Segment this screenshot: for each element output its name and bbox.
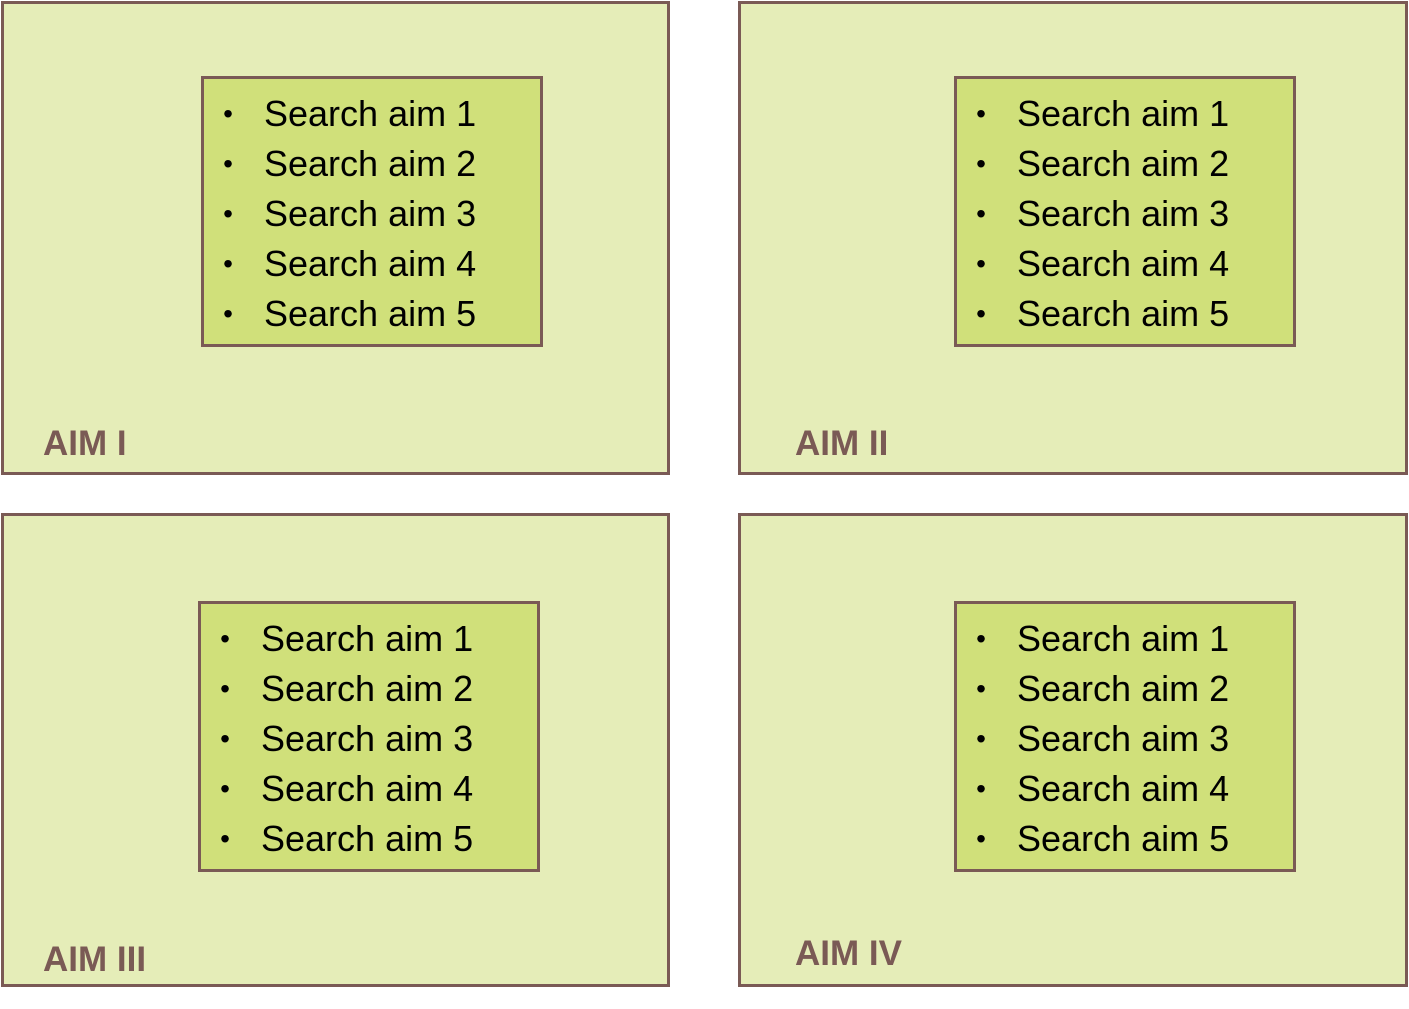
search-aim-text: Search aim 4 — [264, 243, 477, 284]
search-aim-text: Search aim 2 — [261, 668, 474, 709]
bullet-icon: • — [976, 148, 986, 179]
search-aims-box-1: • Search aim 1 • Search aim 2 • Search aim … — [201, 76, 543, 347]
list-item: • Search aim 5 — [957, 289, 1293, 339]
list-item: • Search aim 2 — [957, 664, 1293, 714]
search-aim-text: Search aim 5 — [1017, 293, 1230, 334]
list-item: • Search aim 3 — [204, 189, 540, 239]
list-item: • Search aim 1 — [204, 89, 540, 139]
search-aim-text: Search aim 1 — [264, 93, 477, 134]
aim-panel-4: • Search aim 1 • Search aim 2 • Search aim … — [738, 513, 1408, 987]
search-aim-text: Search aim 1 — [261, 618, 474, 659]
aim-label: AIM III — [43, 940, 147, 979]
aim-label: AIM IV — [795, 934, 902, 973]
list-item: • Search aim 3 — [201, 714, 537, 764]
bullet-icon: • — [976, 248, 986, 279]
search-aims-list: • Search aim 1 • Search aim 2 • Search aim … — [957, 89, 1293, 339]
list-item: • Search aim 5 — [201, 814, 537, 864]
search-aims-box-3: • Search aim 1 • Search aim 2 • Search aim … — [198, 601, 540, 872]
bullet-icon: • — [976, 98, 986, 129]
search-aim-text: Search aim 1 — [1017, 618, 1230, 659]
search-aim-text: Search aim 4 — [1017, 243, 1230, 284]
search-aims-box-4: • Search aim 1 • Search aim 2 • Search aim … — [954, 601, 1296, 872]
search-aim-text: Search aim 2 — [1017, 143, 1230, 184]
list-item: • Search aim 4 — [957, 239, 1293, 289]
list-item: • Search aim 2 — [957, 139, 1293, 189]
list-item: • Search aim 3 — [957, 714, 1293, 764]
bullet-icon: • — [220, 623, 230, 654]
list-item: • Search aim 1 — [957, 614, 1293, 664]
bullet-icon: • — [976, 723, 986, 754]
aim-label: AIM I — [43, 424, 127, 463]
aim-panel-3: • Search aim 1 • Search aim 2 • Search aim … — [1, 513, 670, 987]
search-aim-text: Search aim 3 — [264, 193, 477, 234]
list-item: • Search aim 4 — [204, 239, 540, 289]
bullet-icon: • — [223, 148, 233, 179]
bullet-icon: • — [223, 98, 233, 129]
search-aim-text: Search aim 1 — [1017, 93, 1230, 134]
list-item: • Search aim 5 — [957, 814, 1293, 864]
aim-panel-1: • Search aim 1 • Search aim 2 • Search aim … — [1, 1, 670, 475]
list-item: • Search aim 1 — [957, 89, 1293, 139]
search-aim-text: Search aim 5 — [1017, 818, 1230, 859]
list-item: • Search aim 4 — [201, 764, 537, 814]
search-aim-text: Search aim 3 — [1017, 193, 1230, 234]
bullet-icon: • — [976, 673, 986, 704]
search-aim-text: Search aim 5 — [261, 818, 474, 859]
bullet-icon: • — [976, 623, 986, 654]
list-item: • Search aim 2 — [201, 664, 537, 714]
aim-label: AIM II — [795, 424, 889, 463]
list-item: • Search aim 1 — [201, 614, 537, 664]
bullet-icon: • — [223, 298, 233, 329]
search-aim-text: Search aim 4 — [261, 768, 474, 809]
bullet-icon: • — [220, 773, 230, 804]
list-item: • Search aim 4 — [957, 764, 1293, 814]
bullet-icon: • — [220, 673, 230, 704]
search-aim-text: Search aim 3 — [1017, 718, 1230, 759]
search-aims-list: • Search aim 1 • Search aim 2 • Search aim … — [201, 614, 537, 864]
search-aim-text: Search aim 5 — [264, 293, 477, 334]
search-aim-text: Search aim 3 — [261, 718, 474, 759]
bullet-icon: • — [976, 198, 986, 229]
list-item: • Search aim 5 — [204, 289, 540, 339]
search-aims-box-2: • Search aim 1 • Search aim 2 • Search aim … — [954, 76, 1296, 347]
bullet-icon: • — [976, 823, 986, 854]
search-aim-text: Search aim 2 — [1017, 668, 1230, 709]
search-aims-list: • Search aim 1 • Search aim 2 • Search aim … — [204, 89, 540, 339]
bullet-icon: • — [976, 298, 986, 329]
bullet-icon: • — [223, 248, 233, 279]
search-aim-text: Search aim 4 — [1017, 768, 1230, 809]
bullet-icon: • — [220, 823, 230, 854]
bullet-icon: • — [223, 198, 233, 229]
bullet-icon: • — [220, 723, 230, 754]
bullet-icon: • — [976, 773, 986, 804]
search-aim-text: Search aim 2 — [264, 143, 477, 184]
list-item: • Search aim 2 — [204, 139, 540, 189]
aim-panel-2: • Search aim 1 • Search aim 2 • Search aim … — [738, 1, 1408, 475]
list-item: • Search aim 3 — [957, 189, 1293, 239]
search-aims-list: • Search aim 1 • Search aim 2 • Search aim … — [957, 614, 1293, 864]
